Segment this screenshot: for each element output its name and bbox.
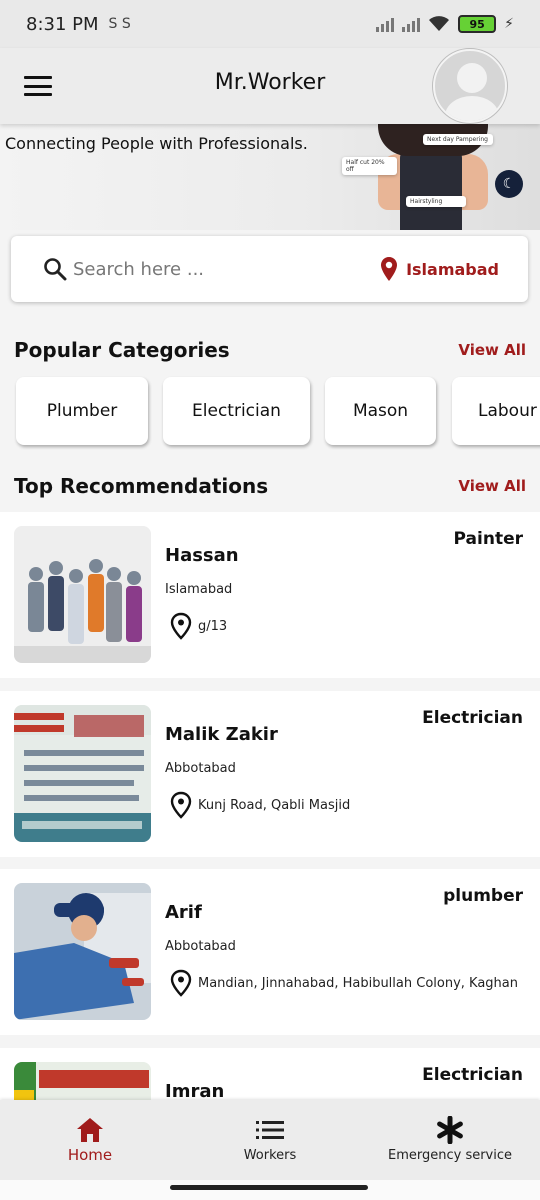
worker-address: Mandian, Jinnahabad, Habibullah Colony, … (198, 976, 518, 991)
list-icon (256, 1121, 284, 1139)
home-icon (77, 1118, 103, 1142)
worker-city: Abbotabad (165, 761, 236, 776)
profile-avatar[interactable] (433, 49, 507, 123)
sim-icons: S S (108, 16, 131, 32)
recommendation-card[interactable]: Malik Zakir Abbotabad Kunj Road, Qabli M… (0, 691, 540, 857)
worker-photo (14, 883, 151, 1020)
worker-profession: Electrician (422, 708, 523, 728)
nav-home[interactable]: Home (40, 1100, 140, 1180)
asterisk-icon (437, 1116, 463, 1144)
nav-emergency-label: Emergency service (387, 1148, 513, 1163)
location-pin-icon (170, 612, 192, 640)
worker-profession: Painter (453, 529, 523, 549)
app-bar: Mr.Worker (0, 48, 540, 124)
recommendation-card[interactable]: Hassan Islamabad g/13 Painter (0, 512, 540, 678)
location-pin-icon (170, 969, 192, 997)
system-nav-area (0, 1180, 540, 1200)
category-plumber[interactable]: Plumber (16, 377, 148, 445)
hero-promo-card: Hairstyling (406, 196, 466, 207)
recommendations-view-all[interactable]: View All (458, 477, 526, 495)
worker-city: Islamabad (165, 582, 233, 597)
location-selector[interactable]: Islamabad (380, 256, 499, 282)
hero-banner: Connecting People with Professionals. Ne… (0, 124, 540, 230)
search-card: Islamabad (11, 236, 528, 302)
worker-photo (14, 1062, 151, 1100)
search-input[interactable] (73, 254, 313, 284)
location-pin-icon (381, 257, 398, 281)
status-left: 8:31 PM S S (26, 14, 131, 35)
search-icon (44, 258, 67, 281)
status-right: 95 ⚡ (376, 15, 514, 33)
location-label: Islamabad (406, 259, 499, 279)
worker-photo (14, 526, 151, 663)
categories-view-all[interactable]: View All (458, 341, 526, 359)
hero-tagline: Connecting People with Professionals. (5, 134, 308, 153)
gesture-bar[interactable] (170, 1185, 368, 1190)
worker-photo (14, 705, 151, 842)
worker-name: Malik Zakir (165, 724, 278, 745)
dark-mode-icon[interactable]: ☾ (495, 170, 523, 198)
categories-title: Popular Categories (14, 338, 230, 362)
bottom-navigation: Home Workers Emergency service (0, 1100, 540, 1180)
nav-workers-label: Workers (243, 1148, 297, 1163)
recommendation-card[interactable]: Imran Electrician (0, 1048, 540, 1100)
nav-emergency[interactable]: Emergency service (380, 1100, 520, 1180)
worker-name: Hassan (165, 545, 239, 566)
category-mason[interactable]: Mason (325, 377, 436, 445)
hero-promo-card: Next day Pampering (423, 134, 493, 145)
worker-profession: Electrician (422, 1065, 523, 1085)
signal-icon (376, 16, 395, 32)
signal-icon-2 (402, 16, 421, 32)
status-time: 8:31 PM (26, 13, 99, 35)
battery-icon: 95 (458, 15, 497, 33)
worker-address: Kunj Road, Qabli Masjid (198, 798, 351, 813)
wifi-icon (429, 16, 450, 31)
worker-city: Abbotabad (165, 939, 236, 954)
location-pin-icon (170, 791, 192, 819)
recommendations-title: Top Recommendations (14, 474, 269, 498)
recommendation-card[interactable]: Arif Abbotabad Mandian, Jinnahabad, Habi… (0, 869, 540, 1035)
worker-name: Imran (165, 1081, 225, 1100)
worker-profession: plumber (443, 886, 523, 906)
charging-icon: ⚡ (504, 16, 514, 32)
worker-address: g/13 (198, 619, 228, 634)
status-bar: 8:31 PM S S 95 ⚡ (0, 0, 540, 48)
category-electrician[interactable]: Electrician (163, 377, 310, 445)
worker-name: Arif (165, 902, 202, 923)
category-labour[interactable]: Labour (452, 377, 540, 445)
hero-promo-card: Half cut 20% off (342, 157, 397, 175)
nav-workers[interactable]: Workers (220, 1100, 320, 1180)
nav-home-label: Home (67, 1146, 113, 1164)
